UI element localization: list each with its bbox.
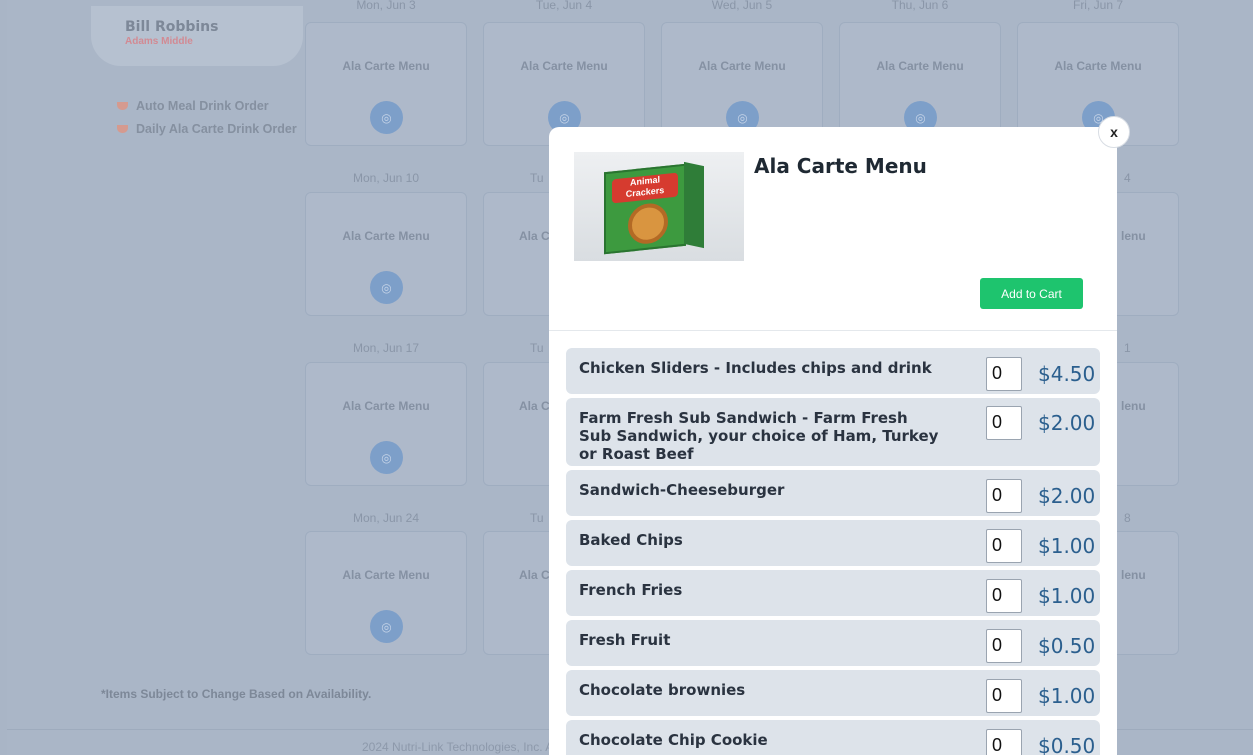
quantity-input[interactable]: 0	[986, 529, 1022, 563]
side-link-auto-meal-drink[interactable]: Auto Meal Drink Order	[117, 94, 297, 117]
side-link-label: Auto Meal Drink Order	[136, 98, 269, 113]
quantity-input[interactable]: 0	[986, 406, 1022, 440]
side-links: Auto Meal Drink Order Daily Ala Carte Dr…	[117, 94, 297, 140]
box-label: Animal Crackers	[612, 172, 678, 204]
side-link-label: Daily Ala Carte Drink Order	[136, 121, 297, 136]
menu-item-price: $0.50	[1038, 734, 1096, 755]
day-card-menu-title: Ala Carte Menu	[342, 568, 430, 582]
footer-copyright: 2024 Nutri-Link Technologies, Inc. A	[362, 740, 554, 754]
ala-carte-modal: Animal Crackers Ala Carte Menu Add to Ca…	[549, 127, 1117, 755]
day-card-menu-title: Ala Carte Menu	[342, 229, 430, 243]
day-card-menu-title: Ala Carte Menu	[698, 59, 786, 73]
day-card[interactable]: Ala Carte Menu ◎	[305, 22, 467, 146]
quantity-input[interactable]: 0	[986, 679, 1022, 713]
quantity-input[interactable]: 0	[986, 629, 1022, 663]
day-label: Thu, Jun 6	[891, 0, 949, 12]
day-label: Wed, Jun 5	[711, 0, 773, 12]
menu-item: Chocolate Chip Cookie 0 $0.50	[566, 720, 1100, 755]
day-label: Mon, Jun 24	[352, 511, 420, 525]
day-label: Fri, Jun 7	[1072, 0, 1123, 12]
menu-item-price: $1.00	[1038, 684, 1096, 708]
lion-illustration	[628, 201, 668, 246]
quantity-input[interactable]: 0	[986, 479, 1022, 513]
menu-item: Sandwich-Cheeseburger 0 $2.00	[566, 470, 1100, 516]
cup-icon	[117, 101, 128, 110]
day-card-menu-title: Ala Carte Menu	[342, 59, 430, 73]
day-card-menu-title: Ala Carte Menu	[876, 59, 964, 73]
quantity-input[interactable]: 0	[986, 729, 1022, 755]
menu-item: Chicken Sliders - Includes chips and dri…	[566, 348, 1100, 394]
modal-title: Ala Carte Menu	[754, 154, 927, 178]
menu-item: French Fries 0 $1.00	[566, 570, 1100, 616]
day-card[interactable]: Ala Carte Menu ◎	[305, 362, 467, 486]
menu-item-price: $2.00	[1038, 411, 1096, 435]
cup-icon	[117, 124, 128, 133]
product-image: Animal Crackers	[574, 152, 744, 261]
side-link-daily-drink[interactable]: Daily Ala Carte Drink Order	[117, 117, 297, 140]
day-card-menu-title: Ala Carte Menu	[342, 399, 430, 413]
menu-item-price: $2.00	[1038, 484, 1096, 508]
view-menu-icon[interactable]: ◎	[370, 441, 403, 474]
day-label: Mon, Jun 3	[356, 0, 416, 12]
menu-item-price: $0.50	[1038, 634, 1096, 658]
cracker-box: Animal Crackers	[604, 163, 686, 255]
menu-item: Baked Chips 0 $1.00	[566, 520, 1100, 566]
availability-disclaimer: *Items Subject to Change Based on Availa…	[101, 687, 372, 701]
day-label: Mon, Jun 17	[352, 341, 420, 355]
close-modal-button[interactable]: x	[1098, 116, 1130, 148]
view-menu-icon[interactable]: ◎	[370, 271, 403, 304]
day-card-menu-title: Ala Carte Menu	[520, 59, 608, 73]
day-card-menu-title: Ala Carte Menu	[1054, 59, 1142, 73]
modal-divider	[549, 330, 1117, 331]
user-name: Bill Robbins	[125, 19, 219, 35]
menu-item: Chocolate brownies 0 $1.00	[566, 670, 1100, 716]
view-menu-icon[interactable]: ◎	[370, 101, 403, 134]
day-card[interactable]: Ala Carte Menu ◎	[305, 531, 467, 655]
quantity-input[interactable]: 0	[986, 579, 1022, 613]
menu-item-list: Chicken Sliders - Includes chips and dri…	[566, 348, 1100, 755]
quantity-input[interactable]: 0	[986, 357, 1022, 391]
menu-item-price: $1.00	[1038, 584, 1096, 608]
user-card: Bill Robbins Adams Middle	[91, 6, 303, 66]
add-to-cart-button[interactable]: Add to Cart	[980, 278, 1083, 309]
cracker-box-side	[684, 161, 704, 249]
menu-item: Farm Fresh Sub Sandwich - Farm Fresh Sub…	[566, 398, 1100, 466]
day-label: Tue, Jun 4	[535, 0, 593, 12]
menu-item: Fresh Fruit 0 $0.50	[566, 620, 1100, 666]
menu-item-price: $1.00	[1038, 534, 1096, 558]
day-label: Mon, Jun 10	[352, 171, 420, 185]
view-menu-icon[interactable]: ◎	[370, 610, 403, 643]
user-school: Adams Middle	[125, 36, 193, 47]
day-card[interactable]: Ala Carte Menu ◎	[305, 192, 467, 316]
menu-item-price: $4.50	[1038, 362, 1096, 386]
